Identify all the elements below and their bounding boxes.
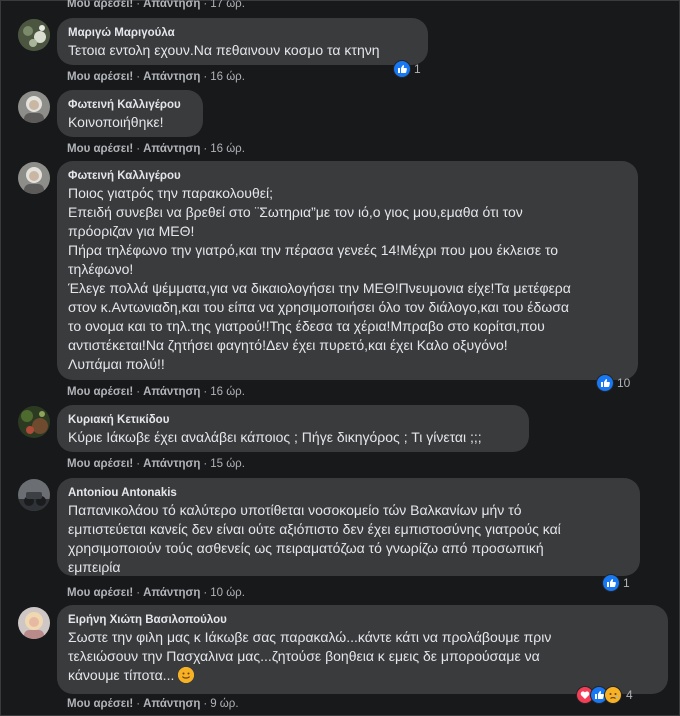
comment-actions: Μου αρέσει! · Απάντηση · 9 ώρ. (67, 698, 239, 710)
like-icon (393, 60, 411, 78)
like-icon (602, 574, 620, 592)
comment-author[interactable]: Φωτεινή Καλλιγέρου (68, 97, 191, 113)
comment-text: Ποιος γιατρός την παρακολουθεί; Επειδή σ… (68, 185, 571, 372)
avatar[interactable] (18, 607, 50, 639)
reply-link[interactable]: Απάντηση (143, 143, 200, 155)
comment-bubble: Ειρήνη Χιώτη Βασιλοπούλου Σωστε την φιλη… (57, 605, 668, 694)
like-link[interactable]: Μου αρέσει! (67, 587, 133, 599)
avatar[interactable] (18, 91, 50, 123)
reaction-count: 4 (626, 688, 633, 702)
avatar[interactable] (18, 406, 50, 438)
comment-actions-partial: Μου αρέσει! · Απάντηση · 17 ώρ. (67, 0, 245, 10)
comment-author[interactable]: Ειρήνη Χιώτη Βασιλοπούλου (68, 612, 656, 628)
comment-author[interactable]: Antoniou Antonakis (68, 485, 628, 501)
reply-link[interactable]: Απάντηση (143, 71, 200, 83)
comment-text: Παπανικολάου τό καλύτερο υποτίθεται νοσο… (68, 502, 561, 575)
avatar[interactable] (18, 479, 50, 511)
comment-text: Τετοια εντολη εχουν.Να πεθαινουν κοσμο τ… (68, 42, 380, 58)
like-link[interactable]: Μου αρέσει! (67, 386, 133, 398)
reaction-count: 1 (414, 62, 421, 76)
like-link[interactable]: Μου αρέσει! (67, 458, 133, 470)
timestamp[interactable]: 16 ώρ. (210, 143, 245, 155)
sad-icon (604, 686, 622, 704)
comment-text: Σωστε την φιλη μας κ Ιάκωβε σας παρακαλώ… (68, 629, 552, 683)
reaction-summary[interactable]: 1 (602, 574, 630, 592)
smile-emoji-icon (178, 667, 195, 683)
comment-actions: Μου αρέσει! · Απάντηση · 15 ώρ. (67, 458, 245, 470)
timestamp[interactable]: 9 ώρ. (210, 698, 238, 710)
comment-actions: Μου αρέσει! · Απάντηση · 10 ώρ. (67, 587, 245, 599)
reaction-summary[interactable]: 10 (596, 374, 630, 392)
comment-author[interactable]: Μαριγώ Μαριγούλα (68, 25, 416, 41)
timestamp[interactable]: 16 ώρ. (210, 386, 245, 398)
timestamp[interactable]: 10 ώρ. (210, 587, 245, 599)
comment-bubble: Φωτεινή Καλλιγέρου Κοινοποιήθηκε! (57, 90, 203, 137)
like-link[interactable]: Μου αρέσει! (67, 71, 133, 83)
reply-link[interactable]: Απάντηση (143, 587, 200, 599)
reaction-count: 1 (623, 576, 630, 590)
avatar[interactable] (18, 162, 50, 194)
comment-author[interactable]: Κυριακή Κετικίδου (68, 412, 517, 428)
like-icon (596, 374, 614, 392)
comment-bubble: Μαριγώ Μαριγούλα Τετοια εντολη εχουν.Να … (57, 18, 428, 65)
avatar[interactable] (18, 19, 50, 51)
comment-actions: Μου αρέσει! · Απάντηση · 16 ώρ. (67, 386, 245, 398)
like-link[interactable]: Μου αρέσει! (67, 698, 133, 710)
timestamp[interactable]: 15 ώρ. (210, 458, 245, 470)
timestamp[interactable]: 16 ώρ. (210, 71, 245, 83)
reaction-summary[interactable]: 1 (393, 60, 421, 78)
comment-text: Κοινοποιήθηκε! (68, 114, 164, 130)
reply-link[interactable]: Απάντηση (143, 386, 200, 398)
comment-actions: Μου αρέσει! · Απάντηση · 16 ώρ. (67, 143, 245, 155)
comment-bubble: Φωτεινή Καλλιγέρου Ποιος γιατρός την παρ… (57, 161, 638, 380)
like-link[interactable]: Μου αρέσει! (67, 143, 133, 155)
reply-link[interactable]: Απάντηση (143, 0, 200, 10)
timestamp[interactable]: 17 ώρ. (210, 0, 245, 10)
comment-text: Κύριε Ιάκωβε έχει αναλάβει κάποιος ; Πήγ… (68, 429, 482, 445)
like-link[interactable]: Μου αρέσει! (67, 0, 133, 10)
comment-bubble: Antoniou Antonakis Παπανικολάου τό καλύτ… (57, 478, 640, 576)
reaction-summary[interactable]: 4 (576, 686, 633, 704)
reply-link[interactable]: Απάντηση (143, 458, 200, 470)
reaction-count: 10 (617, 376, 631, 390)
reply-link[interactable]: Απάντηση (143, 698, 200, 710)
comment-actions: Μου αρέσει! · Απάντηση · 16 ώρ. (67, 71, 245, 83)
comment-bubble: Κυριακή Κετικίδου Κύριε Ιάκωβε έχει αναλ… (57, 405, 529, 452)
comment-author[interactable]: Φωτεινή Καλλιγέρου (68, 168, 626, 184)
